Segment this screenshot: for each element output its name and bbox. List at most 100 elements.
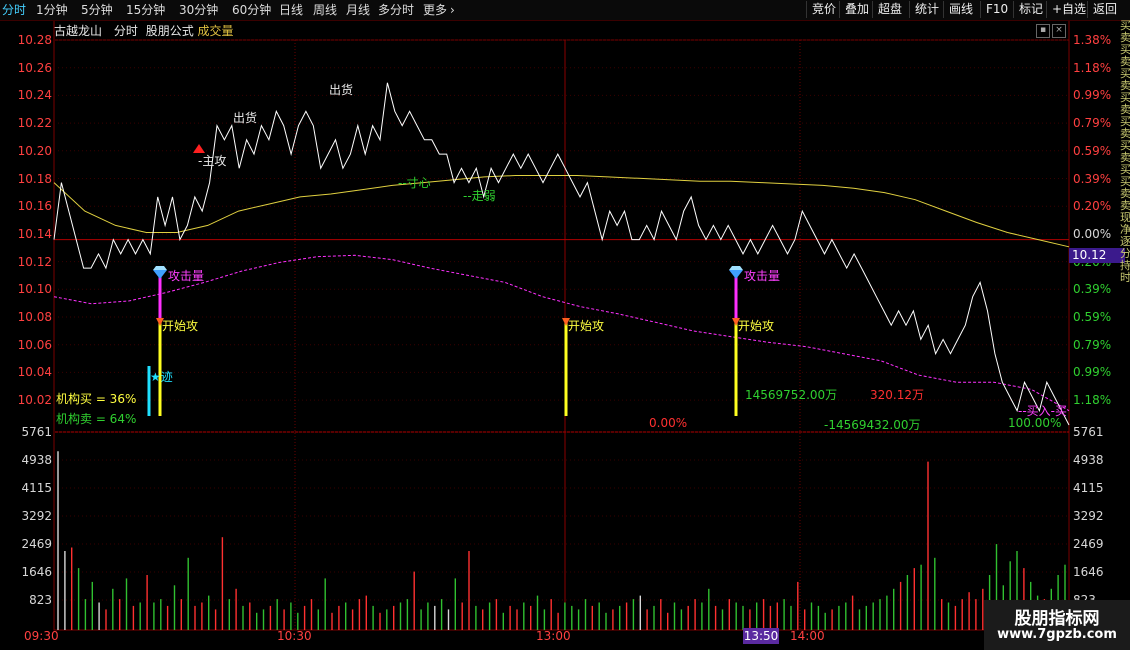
volume-tick: 823 <box>29 593 52 607</box>
tab-15min[interactable]: 15分钟 <box>126 2 165 18</box>
tab-fenshi[interactable]: 分时 <box>2 2 26 18</box>
pct-tick: 0.59% <box>1073 143 1112 158</box>
price-tick: 10.08 <box>17 310 52 324</box>
pct-tick: 0.59% <box>1073 310 1112 324</box>
annot-start-attack: 开始攻 <box>738 319 775 333</box>
tab-multi-fenshi[interactable]: 多分时 <box>378 2 414 18</box>
price-tick: 10.18 <box>17 171 52 186</box>
price-tick: 10.02 <box>17 393 52 408</box>
diamond-icon-top <box>153 266 167 270</box>
volume-tick: 1646 <box>21 565 52 579</box>
pct-tick: 0.79% <box>1073 337 1112 352</box>
stock-name: 古越龙山 <box>54 24 103 38</box>
amount-sell: -14569432.00万 <box>824 418 921 432</box>
time-label: 14:00 <box>790 629 825 643</box>
btn-overlay[interactable]: 叠加 <box>839 1 874 18</box>
price-line <box>53 82 1070 426</box>
diamond-icon <box>729 270 743 279</box>
right-info-strip: 买卖买卖买卖买卖买卖买卖买买卖卖现净逐分持时 <box>1120 20 1130 284</box>
annot-trace: ★迹 <box>150 370 173 384</box>
formula-name[interactable]: 股朋公式 <box>146 24 194 38</box>
tab-5min[interactable]: 5分钟 <box>81 2 113 18</box>
chart-mode: 分时 <box>113 24 138 38</box>
annot-sell: 出货 <box>233 111 258 125</box>
pct-tick: 0.99% <box>1073 365 1112 380</box>
settings-icon[interactable]: ▪ <box>1036 24 1050 38</box>
pct-tick: 0.99% <box>1073 88 1112 103</box>
diamond-icon-top <box>729 266 743 270</box>
pct-tick: 0.00% <box>1073 226 1112 241</box>
tab-1min[interactable]: 1分钟 <box>36 2 68 18</box>
price-tick: 10.10 <box>17 282 52 297</box>
close-icon[interactable]: × <box>1052 24 1066 38</box>
pct-tick: 1.18% <box>1073 60 1112 75</box>
volume-tick: 5761 <box>21 425 52 439</box>
annot-sell: 出货 <box>329 83 354 97</box>
price-tick: 10.04 <box>17 365 52 380</box>
chevron-right-icon[interactable]: › <box>450 2 455 18</box>
pct-tick: 0.79% <box>1073 116 1112 131</box>
volume-tick-right: 4115 <box>1073 481 1104 495</box>
tab-more[interactable]: 更多 <box>423 2 447 18</box>
annot-start-attack: 开始攻 <box>568 319 605 333</box>
tab-60min[interactable]: 60分钟 <box>232 2 271 18</box>
btn-super[interactable]: 超盘 <box>872 1 907 18</box>
price-tick: 10.24 <box>17 88 52 103</box>
volume-tick: 4938 <box>21 453 52 467</box>
annot-attack-volume: 攻击量 <box>744 269 781 283</box>
btn-mark[interactable]: 标记 <box>1013 1 1048 18</box>
watermark-title: 股朋指标网 <box>1014 609 1100 629</box>
tab-monthly[interactable]: 月线 <box>346 2 370 18</box>
annot-weak: --走弱 <box>463 189 496 203</box>
price-tick: 10.20 <box>17 143 52 158</box>
price-tick: 10.22 <box>17 116 52 131</box>
volume-tick: 4115 <box>21 481 52 495</box>
volume-tick: 3292 <box>21 509 52 523</box>
btn-add-watchlist[interactable]: +自选 <box>1046 1 1091 18</box>
volume-tick-right: 3292 <box>1073 509 1104 523</box>
btn-stats[interactable]: 统计 <box>909 1 944 18</box>
inst-buy-label: 机构买 = 36% <box>56 392 137 406</box>
btn-draw[interactable]: 画线 <box>943 1 978 18</box>
annot-buy-sell: --买入-买 <box>1018 404 1067 418</box>
amount-net: 320.12万 <box>870 388 924 402</box>
annot-start-attack: 开始攻 <box>162 319 199 333</box>
price-tick: 10.16 <box>17 199 52 214</box>
watermark: 股朋指标网 www.7gpzb.com <box>984 600 1130 650</box>
btn-f10[interactable]: F10 <box>980 1 1013 18</box>
volume-tick-right: 5761 <box>1073 425 1104 439</box>
period-toolbar: 分时 1分钟 5分钟 15分钟 30分钟 60分钟 日线 周线 月线 多分时 更… <box>0 0 1130 21</box>
pct-tick: 0.39% <box>1073 282 1112 297</box>
pct-zero: 0.00% <box>649 416 688 430</box>
volume-tick: 2469 <box>21 537 52 551</box>
tab-weekly[interactable]: 周线 <box>313 2 337 18</box>
annot-heart: --寸心 <box>398 176 431 190</box>
time-label: 10:30 <box>277 629 312 643</box>
pct-tick: 1.18% <box>1073 393 1112 408</box>
inst-sell-label: 机构卖 = 64% <box>56 412 137 426</box>
annot-main-attack: -主攻 <box>198 154 227 168</box>
btn-auction[interactable]: 竞价 <box>806 1 841 18</box>
price-tick: 10.12 <box>17 254 52 269</box>
volume-tick-right: 2469 <box>1073 537 1104 551</box>
volume-tick-right: 4938 <box>1073 453 1104 467</box>
current-price-tag: 10.12 <box>1069 248 1125 263</box>
price-tick: 10.28 <box>17 33 52 47</box>
pct-tick: 1.38% <box>1073 33 1112 47</box>
watermark-url: www.7gpzb.com <box>997 627 1117 642</box>
diamond-icon <box>153 270 167 279</box>
annot-attack-volume: 攻击量 <box>168 269 205 283</box>
time-label: 09:30 <box>24 629 59 643</box>
price-tick: 10.26 <box>17 60 52 75</box>
chart-title: 古越龙山 分时 股朋公式 成交量 <box>54 23 234 39</box>
indicator-name[interactable]: 成交量 <box>198 24 234 38</box>
btn-back[interactable]: 返回 <box>1087 1 1122 18</box>
time-label: 13:00 <box>536 629 571 643</box>
tab-daily[interactable]: 日线 <box>279 2 303 18</box>
time-cursor-tag: 13:50 <box>743 628 779 644</box>
tab-30min[interactable]: 30分钟 <box>179 2 218 18</box>
amount-buy: 14569752.00万 <box>745 388 838 402</box>
pct-tick: 0.39% <box>1073 171 1112 186</box>
price-tick: 10.06 <box>17 337 52 352</box>
pct-tick: 0.20% <box>1073 199 1112 214</box>
